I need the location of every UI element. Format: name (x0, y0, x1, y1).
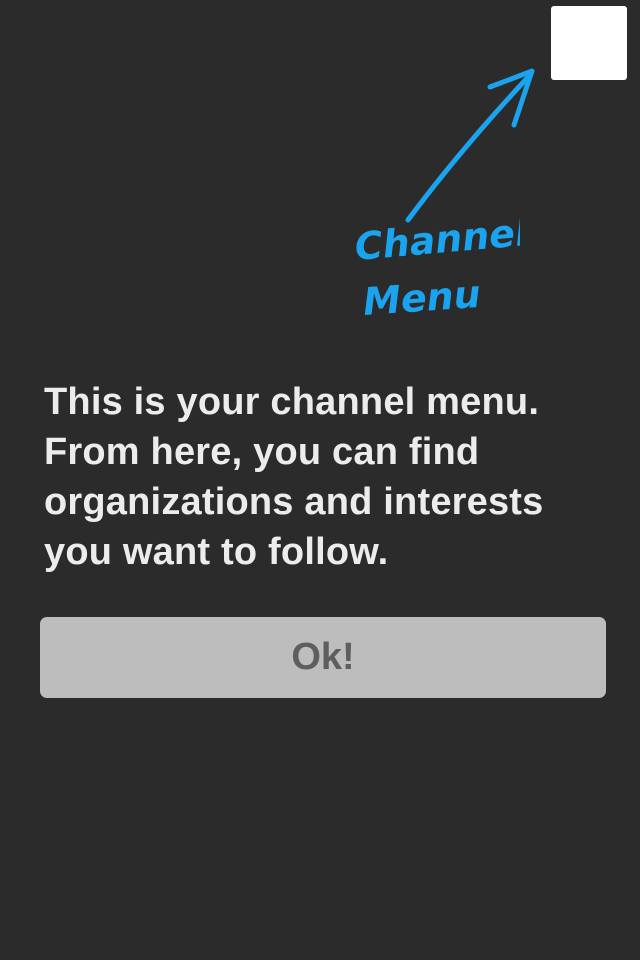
arrow-icon (405, 68, 535, 223)
channel-menu-button[interactable] (551, 6, 627, 80)
channel-menu-annotation: Channel Menu (353, 215, 520, 324)
tooltip-message: This is your channel menu. From here, yo… (44, 381, 544, 573)
annotation-line-2: Menu (362, 272, 482, 324)
annotation-line-1: Channel (353, 215, 520, 269)
ok-button[interactable]: Ok! (40, 617, 606, 698)
